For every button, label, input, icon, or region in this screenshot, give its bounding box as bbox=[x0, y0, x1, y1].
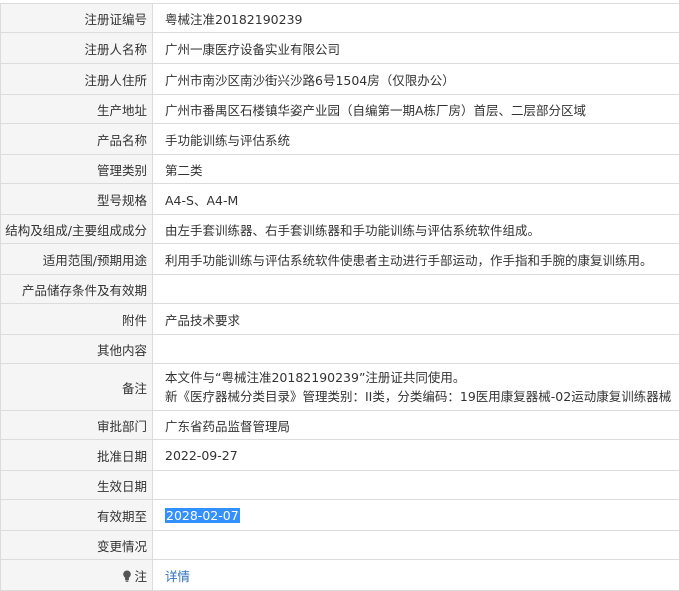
row-valid-until: 有效期至 2028-02-07 bbox=[1, 500, 679, 531]
label-note: 注 bbox=[1, 560, 153, 591]
value-change-status bbox=[153, 531, 679, 560]
value-approval-date: 2022-09-27 bbox=[153, 440, 679, 471]
label-registrant-name: 注册人名称 bbox=[1, 33, 153, 64]
label-remarks: 备注 bbox=[1, 364, 153, 411]
row-remarks: 备注 本文件与“粤械注准20182190239”注册证共同使用。 新《医疗器械分… bbox=[1, 364, 679, 411]
row-change-status: 变更情况 bbox=[1, 531, 679, 560]
value-registrant-name: 广州一康医疗设备实业有限公司 bbox=[153, 33, 679, 64]
label-intended-use: 适用范围/预期用途 bbox=[1, 244, 153, 275]
row-product-name: 产品名称 手功能训练与评估系统 bbox=[1, 124, 679, 155]
row-registration-number: 注册证编号 粤械注准20182190239 bbox=[1, 4, 679, 33]
label-model-spec: 型号规格 bbox=[1, 184, 153, 215]
label-production-address: 生产地址 bbox=[1, 95, 153, 124]
row-model-spec: 型号规格 A4-S、A4-M bbox=[1, 184, 679, 215]
value-management-category: 第二类 bbox=[153, 155, 679, 184]
value-valid-until: 2028-02-07 bbox=[153, 500, 679, 531]
value-approval-department: 广东省药品监督管理局 bbox=[153, 411, 679, 440]
label-structure-composition: 结构及组成/主要组成成分 bbox=[1, 215, 153, 244]
value-product-name: 手功能训练与评估系统 bbox=[153, 124, 679, 155]
label-valid-until: 有效期至 bbox=[1, 500, 153, 531]
row-other-content: 其他内容 bbox=[1, 335, 679, 364]
row-approval-date: 批准日期 2022-09-27 bbox=[1, 440, 679, 471]
value-attachment: 产品技术要求 bbox=[153, 304, 679, 335]
row-production-address: 生产地址 广州市番禺区石楼镇华姿产业园（自编第一期A栋厂房）首层、二层部分区域 bbox=[1, 95, 679, 124]
lightbulb-icon bbox=[122, 570, 132, 582]
label-approval-date: 批准日期 bbox=[1, 440, 153, 471]
row-structure-composition: 结构及组成/主要组成成分 由左手套训练器、右手套训练器和手功能训练与评估系统软件… bbox=[1, 215, 679, 244]
value-registrant-address: 广州市南沙区南沙街兴沙路6号1504房（仅限办公） bbox=[153, 64, 679, 95]
row-storage-conditions: 产品储存条件及有效期 bbox=[1, 275, 679, 304]
row-effective-date: 生效日期 bbox=[1, 471, 679, 500]
value-storage-conditions bbox=[153, 275, 679, 304]
row-registrant-address: 注册人住所 广州市南沙区南沙街兴沙路6号1504房（仅限办公） bbox=[1, 64, 679, 95]
row-approval-department: 审批部门 广东省药品监督管理局 bbox=[1, 411, 679, 440]
value-effective-date bbox=[153, 471, 679, 500]
details-link[interactable]: 详情 bbox=[165, 569, 190, 584]
value-registration-number: 粤械注准20182190239 bbox=[153, 4, 679, 33]
label-change-status: 变更情况 bbox=[1, 531, 153, 560]
valid-until-selected-text[interactable]: 2028-02-07 bbox=[165, 508, 240, 523]
label-product-name: 产品名称 bbox=[1, 124, 153, 155]
value-remarks: 本文件与“粤械注准20182190239”注册证共同使用。 新《医疗器械分类目录… bbox=[153, 364, 679, 411]
note-label-text: 注 bbox=[134, 569, 147, 584]
label-storage-conditions: 产品储存条件及有效期 bbox=[1, 275, 153, 304]
value-other-content bbox=[153, 335, 679, 364]
label-registrant-address: 注册人住所 bbox=[1, 64, 153, 95]
label-attachment: 附件 bbox=[1, 304, 153, 335]
remarks-line-1: 本文件与“粤械注准20182190239”注册证共同使用。 bbox=[165, 368, 675, 387]
row-intended-use: 适用范围/预期用途 利用手功能训练与评估系统软件使患者主动进行手部运动，作手指和… bbox=[1, 244, 679, 275]
value-model-spec: A4-S、A4-M bbox=[153, 184, 679, 215]
row-registrant-name: 注册人名称 广州一康医疗设备实业有限公司 bbox=[1, 33, 679, 64]
label-approval-department: 审批部门 bbox=[1, 411, 153, 440]
remarks-line-2: 新《医疗器械分类目录》管理类别：II类，分类编码：19医用康复器械-02运动康复… bbox=[165, 387, 675, 406]
label-other-content: 其他内容 bbox=[1, 335, 153, 364]
label-management-category: 管理类别 bbox=[1, 155, 153, 184]
value-note: 详情 bbox=[153, 560, 679, 591]
label-effective-date: 生效日期 bbox=[1, 471, 153, 500]
label-registration-number: 注册证编号 bbox=[1, 4, 153, 33]
row-management-category: 管理类别 第二类 bbox=[1, 155, 679, 184]
row-attachment: 附件 产品技术要求 bbox=[1, 304, 679, 335]
row-note: 注 详情 bbox=[1, 560, 679, 591]
value-structure-composition: 由左手套训练器、右手套训练器和手功能训练与评估系统软件组成。 bbox=[153, 215, 679, 244]
value-production-address: 广州市番禺区石楼镇华姿产业园（自编第一期A栋厂房）首层、二层部分区域 bbox=[153, 95, 679, 124]
value-intended-use: 利用手功能训练与评估系统软件使患者主动进行手部运动，作手指和手腕的康复训练用。 bbox=[153, 244, 679, 275]
registration-detail-table: 注册证编号 粤械注准20182190239 注册人名称 广州一康医疗设备实业有限… bbox=[0, 3, 679, 591]
